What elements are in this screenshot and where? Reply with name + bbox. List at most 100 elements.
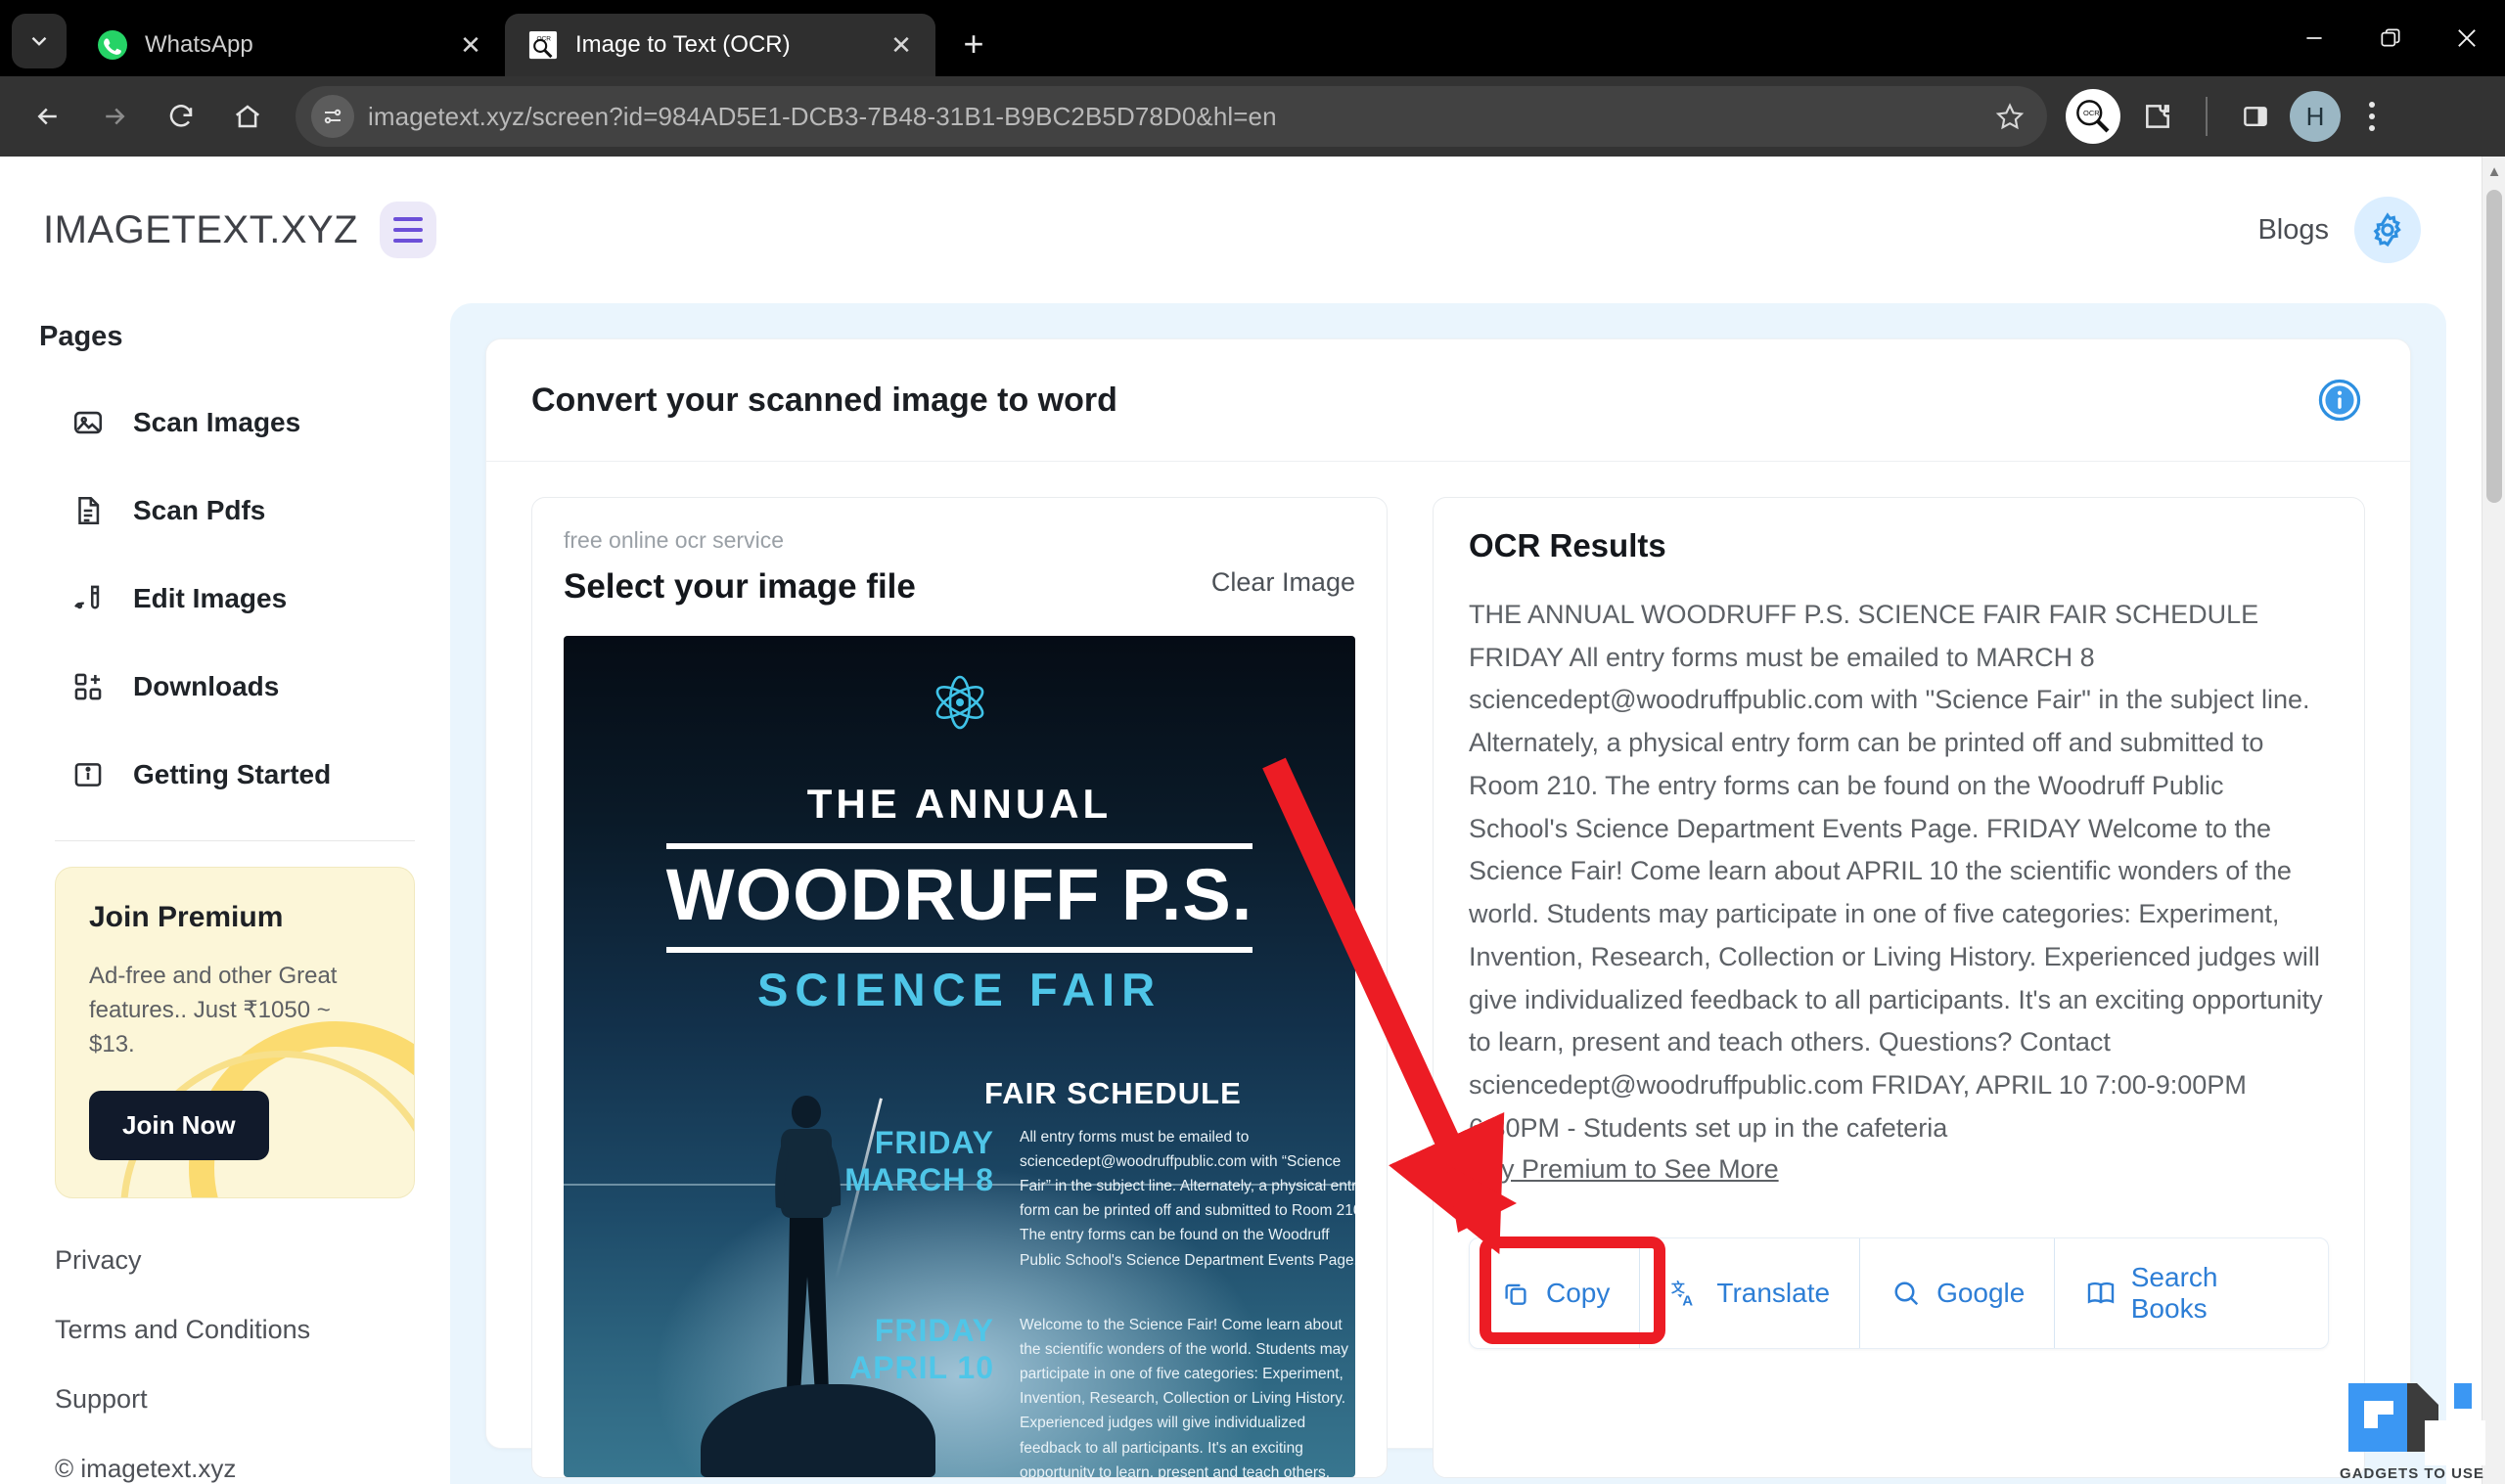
reload-button[interactable] (151, 86, 211, 147)
select-image-title: Select your image file (564, 567, 916, 606)
page-title: Convert your scanned image to word (531, 381, 1117, 419)
side-panel-button[interactable] (2225, 86, 2286, 147)
extensions-puzzle-icon (2146, 105, 2169, 128)
tab-image-to-text-ocr[interactable]: OCR Image to Text (OCR) ✕ (505, 14, 935, 76)
minimize-button[interactable] (2276, 0, 2352, 76)
forward-button[interactable] (84, 86, 145, 147)
web-page: IMAGETEXT.XYZ Blogs Pages Scan Images Sc… (0, 157, 2505, 1484)
poster-schedule-row: FRIDAY MARCH 8 All entry forms must be em… (808, 1125, 1355, 1273)
image-icon (70, 405, 106, 440)
info-circle-icon[interactable] (2314, 375, 2365, 426)
sidebar-item-label: Scan Pdfs (133, 495, 266, 525)
translate-icon: 文 A (1669, 1277, 1703, 1310)
ocr-actions-toolbar: Copy 文 A Translate Google Search Books (1469, 1237, 2329, 1349)
browser-menu-button[interactable] (2345, 86, 2399, 147)
action-label: Copy (1546, 1277, 1611, 1308)
sidebar-item-label: Edit Images (133, 583, 288, 613)
new-tab-button[interactable]: + (945, 16, 1002, 72)
watermark-logo: GADGETS TO USE (2339, 1375, 2485, 1482)
site-brand[interactable]: IMAGETEXT.XYZ (43, 208, 358, 252)
browser-window: WhatsApp ✕ OCR Image to Text (OCR) ✕ + i… (0, 0, 2505, 1484)
browser-toolbar: imagetext.xyz/screen?id=984AD5E1-DCB3-7B… (0, 76, 2505, 157)
scrollbar-thumb[interactable] (2486, 190, 2502, 503)
sidebar-item-downloads[interactable]: Downloads (39, 643, 415, 731)
kebab-dot (2369, 125, 2375, 131)
whatsapp-icon (96, 28, 129, 62)
grid-plus-icon (70, 669, 106, 704)
sidebar: Pages Scan Images Scan Pdfs Edit Images … (0, 303, 450, 1484)
poster-rule (666, 843, 1252, 849)
document-icon (70, 493, 106, 528)
copy-icon (1499, 1277, 1532, 1310)
clear-image-button[interactable]: Clear Image (1211, 567, 1355, 598)
tab-search-button[interactable] (12, 14, 67, 68)
maximize-button[interactable] (2352, 0, 2429, 76)
ocr-results-text[interactable]: THE ANNUAL WOODRUFF P.S. SCIENCE FAIR FA… (1469, 594, 2329, 1150)
sidebar-item-getting-started[interactable]: Getting Started (39, 731, 415, 819)
restore-icon (2381, 28, 2400, 47)
sidebar-item-scan-pdfs[interactable]: Scan Pdfs (39, 467, 415, 555)
book-icon (2084, 1277, 2117, 1310)
window-controls (2276, 0, 2505, 76)
poster-rule (666, 947, 1252, 953)
action-label: Search Books (2130, 1261, 2218, 1324)
info-box-icon (70, 757, 106, 792)
footer-link-support[interactable]: Support (55, 1384, 415, 1415)
footer-link-terms[interactable]: Terms and Conditions (55, 1315, 415, 1345)
minimize-icon (2306, 37, 2322, 39)
side-panel-icon (2244, 107, 2267, 126)
copy-button[interactable]: Copy (1470, 1237, 1641, 1348)
uploaded-poster-image[interactable]: THE ANNUAL WOODRUFF P.S. SCIENCE FAIR FA… (564, 636, 1355, 1477)
tab-close-button[interactable]: ✕ (454, 28, 487, 62)
tab-strip: WhatsApp ✕ OCR Image to Text (OCR) ✕ + (0, 0, 2505, 76)
translate-button[interactable]: 文 A Translate (1640, 1237, 1861, 1348)
google-search-button[interactable]: Google (1860, 1237, 2056, 1348)
kebab-dot (2369, 113, 2375, 119)
forward-icon (106, 108, 125, 125)
atom-icon (929, 671, 991, 739)
home-icon (235, 105, 260, 128)
tab-title: WhatsApp (145, 31, 253, 58)
poster-schedule-text: All entry forms must be emailed to scien… (1020, 1129, 1355, 1269)
close-icon (2458, 29, 2476, 47)
svg-text:OCR: OCR (2083, 109, 2100, 117)
sidebar-footer-links: Privacy Terms and Conditions Support (55, 1245, 415, 1415)
image-upload-pane: free online ocr service Select your imag… (531, 497, 1388, 1478)
close-button[interactable] (2429, 0, 2505, 76)
sidebar-toggle-button[interactable] (380, 202, 437, 258)
pane-left-header: Select your image file Clear Image (564, 567, 1355, 607)
hamburger-bar (393, 239, 424, 243)
hamburger-bar (393, 217, 424, 221)
home-button[interactable] (217, 86, 278, 147)
back-icon (37, 108, 57, 125)
extensions-button[interactable] (2127, 86, 2188, 147)
search-books-button[interactable]: Search Books (2055, 1237, 2328, 1348)
buy-premium-link[interactable]: Buy Premium to See More (1469, 1154, 1779, 1185)
copyright-text: © imagetext.xyz (55, 1454, 237, 1484)
profile-avatar[interactable]: H (2290, 91, 2341, 142)
back-button[interactable] (18, 86, 78, 147)
ocr-extension-button[interactable]: OCR (2063, 86, 2123, 147)
sidebar-item-label: Getting Started (133, 759, 332, 789)
poster-science-fair: SCIENCE FAIR (756, 964, 1162, 1015)
sidebar-item-edit-images[interactable]: Edit Images (39, 555, 415, 643)
page-scrollbar[interactable]: ▲ (2482, 157, 2505, 1484)
tab-whatsapp[interactable]: WhatsApp ✕ (74, 14, 505, 76)
ocr-results-title: OCR Results (1469, 527, 1666, 563)
sidebar-item-label: Scan Images (133, 407, 301, 437)
footer-link-privacy[interactable]: Privacy (55, 1245, 415, 1276)
site-settings-icon[interactable] (311, 95, 354, 138)
reload-icon (169, 105, 193, 127)
sidebar-item-scan-images[interactable]: Scan Images (39, 379, 415, 467)
ocr-extension-icon: OCR (2066, 89, 2120, 144)
settings-button[interactable] (2354, 197, 2421, 263)
tab-close-button[interactable]: ✕ (885, 28, 918, 62)
page-viewport: IMAGETEXT.XYZ Blogs Pages Scan Images Sc… (0, 157, 2505, 1484)
bookmark-star-icon[interactable] (1984, 91, 2035, 142)
join-now-button[interactable]: Join Now (89, 1091, 269, 1161)
scroll-up-arrow[interactable]: ▲ (2486, 160, 2502, 182)
kebab-dot (2369, 102, 2375, 108)
address-bar[interactable]: imagetext.xyz/screen?id=984AD5E1-DCB3-7B… (296, 86, 2047, 147)
action-label: Translate (1716, 1277, 1831, 1308)
nav-blogs-link[interactable]: Blogs (2257, 214, 2329, 247)
